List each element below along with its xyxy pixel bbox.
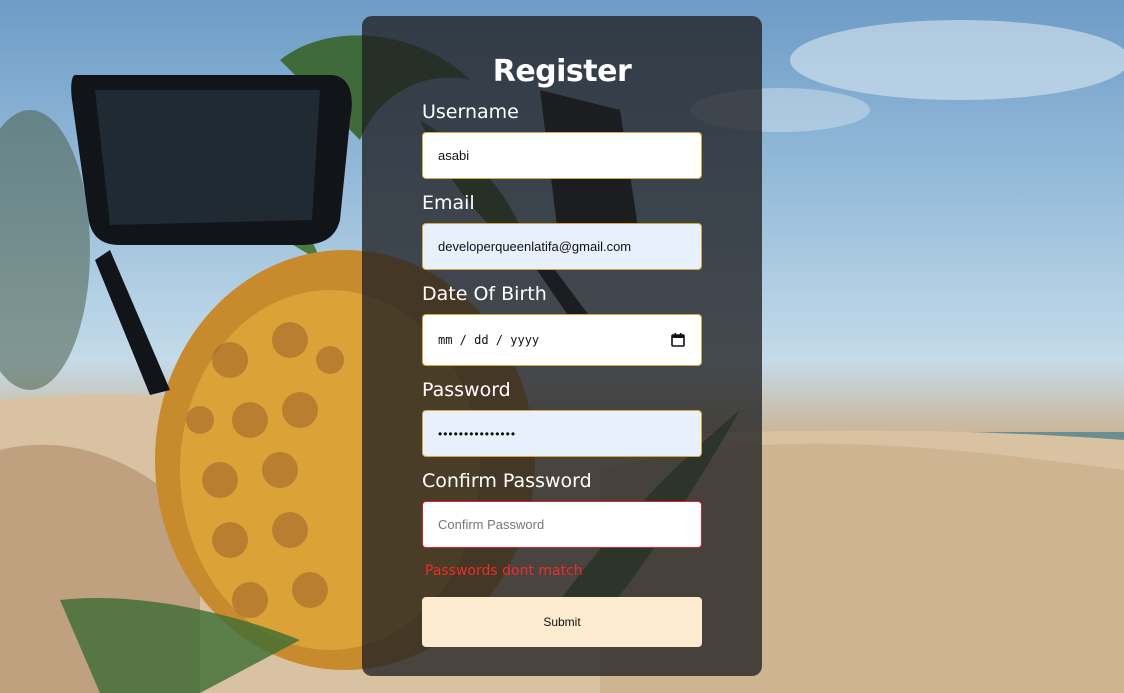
calendar-icon[interactable] — [670, 332, 686, 348]
dob-value: mm / dd / yyyy — [438, 333, 540, 347]
register-card: Register Username asabi Email developerq… — [362, 16, 762, 676]
dob-input[interactable]: mm / dd / yyyy — [422, 314, 702, 366]
confirm-password-label: Confirm Password — [422, 470, 592, 492]
username-label: Username — [422, 101, 519, 123]
password-value: ••••••••••••••• — [438, 426, 517, 441]
email-input[interactable]: developerqueenlatifa@gmail.com — [422, 223, 702, 270]
password-input[interactable]: ••••••••••••••• — [422, 410, 702, 457]
email-value: developerqueenlatifa@gmail.com — [438, 239, 632, 254]
password-label: Password — [422, 379, 511, 401]
form-title: Register — [492, 54, 632, 89]
submit-button[interactable]: Submit — [422, 597, 702, 647]
email-label: Email — [422, 192, 475, 214]
confirm-password-placeholder: Confirm Password — [438, 517, 545, 532]
submit-label: Submit — [543, 615, 581, 629]
username-input[interactable]: asabi — [422, 132, 702, 179]
dob-label: Date Of Birth — [422, 283, 547, 305]
username-value: asabi — [438, 148, 470, 163]
confirm-password-input[interactable]: Confirm Password — [422, 501, 702, 548]
password-mismatch-error: Passwords dont match — [425, 563, 583, 579]
